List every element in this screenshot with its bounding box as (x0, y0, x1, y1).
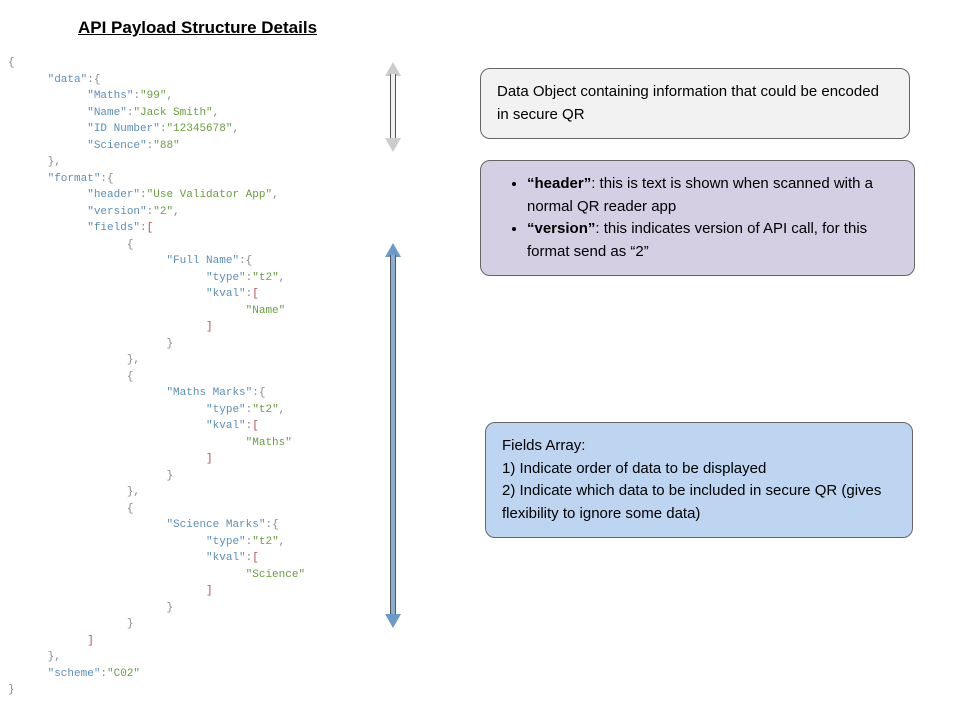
json-code-block: { "data":{ "Maths":"99", "Name":"Jack Sm… (8, 55, 305, 699)
format-callout: “header”: this is text is shown when sca… (480, 160, 915, 276)
data-callout: Data Object containing information that … (480, 68, 910, 139)
fields-range-arrow (386, 243, 400, 628)
fields-callout: Fields Array: 1) Indicate order of data … (485, 422, 913, 538)
data-range-arrow (386, 62, 400, 152)
page-title: API Payload Structure Details (78, 18, 317, 38)
